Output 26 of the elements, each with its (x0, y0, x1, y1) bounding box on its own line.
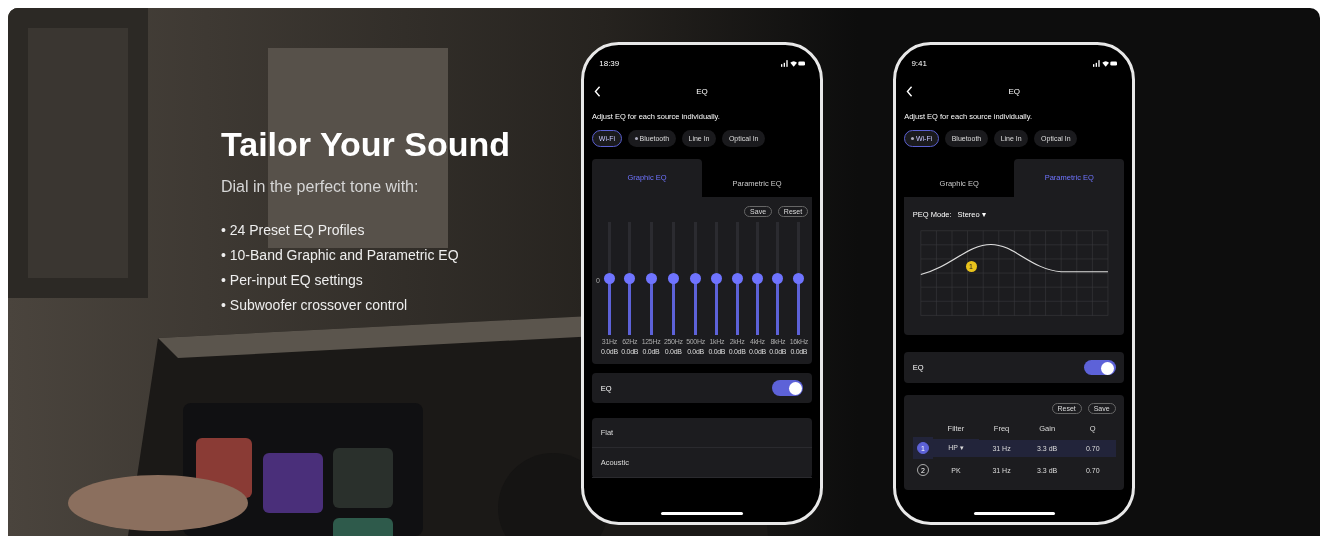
status-time: 18:39 (599, 59, 620, 69)
back-icon[interactable] (906, 85, 914, 97)
slider-thumb[interactable] (690, 273, 702, 285)
feature-item: • Subwoofer crossover control (221, 296, 409, 315)
slider-thumb[interactable] (645, 273, 657, 285)
eq-toggle[interactable] (1083, 359, 1116, 376)
hero-subtitle: Dial in the perfect tone with: (221, 178, 420, 196)
feature-item: • 10-Band Graphic and Parametric EQ (221, 246, 460, 265)
slider-thumb[interactable] (793, 273, 805, 285)
status-icons (780, 60, 805, 68)
status-time: 9:41 (911, 59, 927, 69)
slider-thumb[interactable] (624, 273, 636, 285)
slider-thumb[interactable] (751, 273, 763, 285)
eq-toggle[interactable] (771, 380, 804, 396)
screen-title: EQ (696, 86, 708, 96)
back-icon[interactable] (594, 85, 601, 97)
feature-item: • 24 Preset EQ Profiles (221, 221, 366, 240)
slider-thumb[interactable] (667, 273, 679, 285)
slider-thumb[interactable] (603, 273, 615, 285)
slider-thumb[interactable] (711, 273, 723, 285)
status-icons (1093, 60, 1118, 68)
screen-title: EQ (1008, 86, 1020, 96)
slider-thumb[interactable] (772, 273, 784, 285)
feature-item: • Per-input EQ settings (221, 271, 364, 290)
hero-title: Tailor Your Sound (221, 125, 511, 164)
slider-thumb[interactable] (731, 273, 743, 285)
